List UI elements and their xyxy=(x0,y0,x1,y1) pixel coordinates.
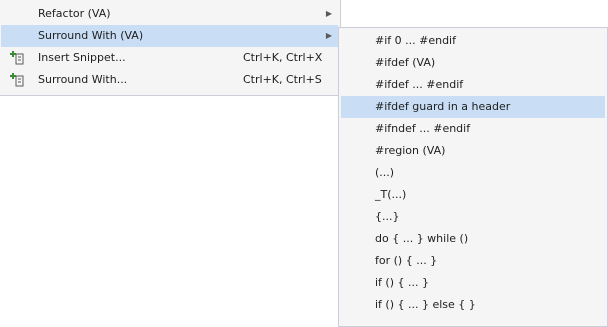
surround-with-submenu: #if 0 ... #endif #ifdef (VA) #ifdef ... … xyxy=(338,27,608,327)
surround-with-icon xyxy=(10,73,24,87)
submenu-item-label: #ifndef ... #endif xyxy=(375,122,471,135)
submenu-item-label: for () { ... } xyxy=(375,254,438,267)
submenu-item-parens[interactable]: (...) xyxy=(341,162,605,184)
submenu-arrow-icon: ▶ xyxy=(325,9,332,18)
menu-item-shortcut: Ctrl+K, Ctrl+X xyxy=(243,51,323,64)
submenu-item-label: {...} xyxy=(375,210,400,223)
menu-item-label: Refactor (VA) xyxy=(38,7,111,20)
submenu-item-label: if () { ... } else { } xyxy=(375,298,476,311)
submenu-item-t-macro[interactable]: _T(...) xyxy=(341,184,605,206)
menu-item-surround-with-va[interactable]: Surround With (VA) ▶ xyxy=(1,25,338,47)
submenu-item-for[interactable]: for () { ... } xyxy=(341,250,605,272)
submenu-item-if0-endif[interactable]: #if 0 ... #endif xyxy=(341,30,605,52)
context-menu: Refactor (VA) ▶ Surround With (VA) ▶ Ins… xyxy=(0,0,341,96)
submenu-item-label: #ifdef guard in a header xyxy=(375,100,511,113)
submenu-item-region-va[interactable]: #region (VA) xyxy=(341,140,605,162)
menu-item-label: Insert Snippet... xyxy=(38,51,126,64)
submenu-item-do-while[interactable]: do { ... } while () xyxy=(341,228,605,250)
submenu-item-label: _T(...) xyxy=(375,188,407,201)
menu-item-label: Surround With... xyxy=(38,73,128,86)
submenu-item-label: do { ... } while () xyxy=(375,232,469,245)
submenu-item-ifdef-va[interactable]: #ifdef (VA) xyxy=(341,52,605,74)
submenu-item-if-else[interactable]: if () { ... } else { } xyxy=(341,294,605,316)
insert-snippet-icon xyxy=(10,51,24,65)
submenu-item-label: #ifdef (VA) xyxy=(375,56,436,69)
submenu-item-ifdef-guard-header[interactable]: #ifdef guard in a header xyxy=(341,96,605,118)
submenu-arrow-icon: ▶ xyxy=(325,31,332,40)
submenu-item-label: #region (VA) xyxy=(375,144,446,157)
submenu-item-braces[interactable]: {...} xyxy=(341,206,605,228)
submenu-item-label: (...) xyxy=(375,166,395,179)
menu-item-surround-with[interactable]: Surround With... Ctrl+K, Ctrl+S xyxy=(1,69,338,91)
submenu-item-label: #ifdef ... #endif xyxy=(375,78,464,91)
submenu-item-ifdef-endif[interactable]: #ifdef ... #endif xyxy=(341,74,605,96)
menu-item-refactor[interactable]: Refactor (VA) ▶ xyxy=(1,3,338,25)
menu-item-shortcut: Ctrl+K, Ctrl+S xyxy=(243,73,322,86)
menu-item-label: Surround With (VA) xyxy=(38,29,144,42)
menu-item-insert-snippet[interactable]: Insert Snippet... Ctrl+K, Ctrl+X xyxy=(1,47,338,69)
submenu-item-label: #if 0 ... #endif xyxy=(375,34,456,47)
submenu-item-if[interactable]: if () { ... } xyxy=(341,272,605,294)
submenu-item-ifndef-endif[interactable]: #ifndef ... #endif xyxy=(341,118,605,140)
submenu-item-label: if () { ... } xyxy=(375,276,429,289)
